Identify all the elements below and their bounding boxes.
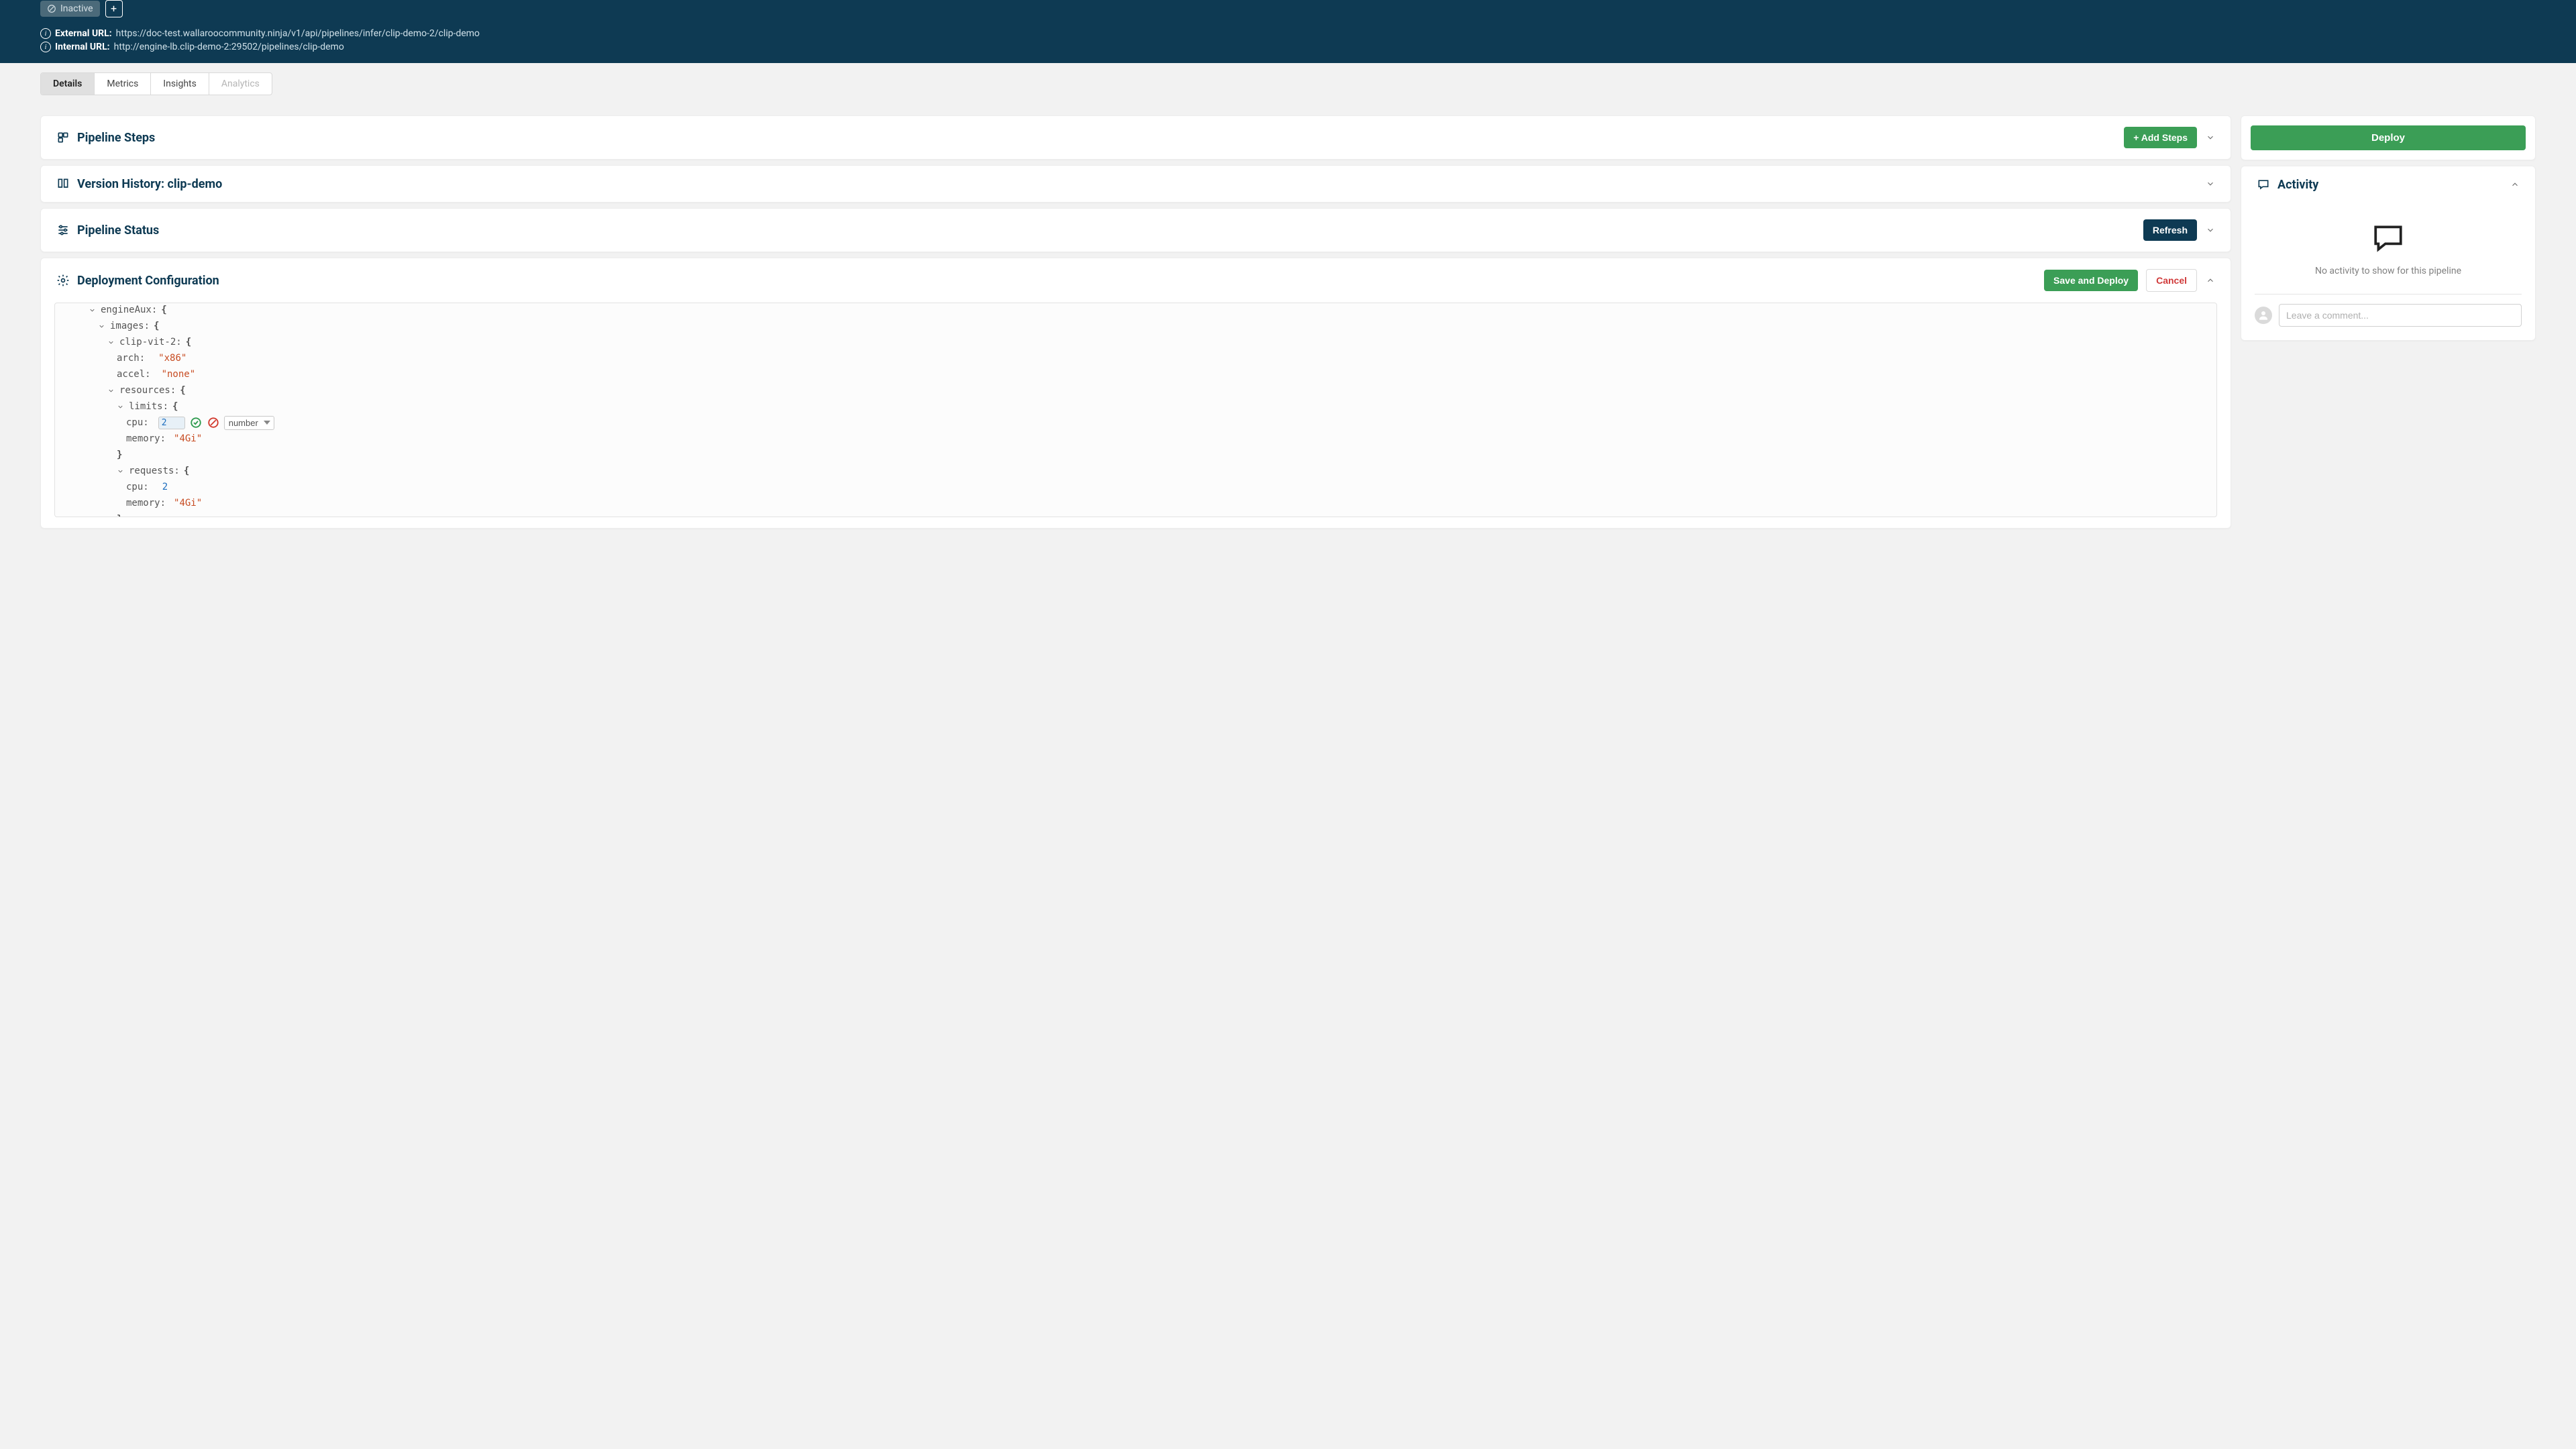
avatar [2255,307,2272,324]
json-brace: { [186,334,191,350]
json-key: cpu: [126,415,149,431]
cancel-button[interactable]: Cancel [2146,269,2197,292]
tab-insights[interactable]: Insights [151,73,209,95]
deployment-config-card: Deployment Configuration Save and Deploy… [40,258,2231,529]
deploy-button[interactable]: Deploy [2251,125,2526,150]
book-icon [56,176,70,191]
internal-url-label: Internal URL: [55,42,110,52]
status-row: Inactive + [40,0,2536,25]
chevron-down-icon[interactable] [2205,132,2216,143]
json-key: arch: [117,350,145,366]
json-key: memory: [126,431,166,447]
json-brace: } [117,511,122,517]
json-brace: { [184,463,189,479]
type-select[interactable]: number [224,416,274,430]
comment-icon [2256,177,2271,192]
add-tag-button[interactable]: + [105,0,123,17]
cancel-edit-icon[interactable] [207,416,220,429]
save-deploy-button[interactable]: Save and Deploy [2044,270,2138,291]
internal-url-value: http://engine-lb.clip-demo-2:29502/pipel… [114,42,344,52]
version-title: Version History: clip-demo [77,177,222,191]
content: Details Metrics Insights Analytics Pipel… [0,63,2576,555]
confirm-icon[interactable] [189,416,203,429]
internal-url-row: i Internal URL: http://engine-lb.clip-de… [40,42,2536,52]
add-steps-button[interactable]: + Add Steps [2124,127,2197,148]
json-value: 2 [162,479,168,495]
json-key: requests: [129,463,180,479]
steps-title: Pipeline Steps [77,131,155,145]
status-label: Inactive [60,3,93,14]
caret-down-icon[interactable] [89,307,97,314]
activity-title: Activity [2277,178,2318,192]
caret-down-icon[interactable] [107,339,115,346]
tab-metrics[interactable]: Metrics [95,73,151,95]
caret-down-icon[interactable] [117,468,125,475]
chevron-down-icon[interactable] [2205,178,2216,189]
json-scroll-area[interactable]: engineAux: { images: { clip-vit-2: [55,303,2216,517]
activity-empty-text: No activity to show for this pipeline [2315,266,2461,276]
json-value: "4Gi" [174,495,202,511]
json-key: memory: [126,495,166,511]
config-title: Deployment Configuration [77,274,219,288]
tab-bar: Details Metrics Insights Analytics [40,72,272,95]
tab-details[interactable]: Details [41,73,95,95]
pipeline-status-card: Pipeline Status Refresh [40,208,2231,252]
version-history-card: Version History: clip-demo [40,165,2231,203]
info-icon: i [40,42,51,52]
json-key: engineAux: [101,303,157,318]
steps-icon [56,130,70,145]
chevron-down-icon[interactable] [2205,225,2216,235]
json-key: clip-vit-2: [119,334,182,350]
json-key: resources: [119,382,176,398]
settings-sliders-icon [56,223,70,237]
json-brace: { [161,303,166,318]
tab-analytics: Analytics [209,73,272,95]
json-brace: } [117,447,122,463]
cpu-limit-input[interactable] [158,417,185,429]
info-icon: i [40,28,51,39]
json-key: images: [110,318,150,334]
json-value: "x86" [158,350,186,366]
caret-down-icon[interactable] [107,387,115,394]
caret-down-icon[interactable] [117,403,125,411]
json-value: "none" [162,366,196,382]
external-url-row: i External URL: https://doc-test.wallaro… [40,28,2536,39]
json-key: limits: [129,398,168,415]
chevron-up-icon[interactable] [2205,275,2216,286]
chevron-up-icon[interactable] [2510,179,2520,190]
status-pill: Inactive [40,1,100,17]
json-brace: { [180,382,185,398]
caret-down-icon[interactable] [98,323,106,330]
json-brace: { [172,398,178,415]
gear-icon [56,273,70,288]
json-editor: engineAux: { images: { clip-vit-2: [54,303,2217,517]
deploy-card: Deploy [2241,115,2536,160]
json-key: cpu: [126,479,149,495]
inactive-icon [47,4,56,13]
refresh-button[interactable]: Refresh [2143,219,2197,241]
json-value: "4Gi" [174,431,202,447]
external-url-label: External URL: [55,28,112,39]
comment-input[interactable] [2279,304,2522,327]
json-key: accel: [117,366,151,382]
external-url-value: https://doc-test.wallaroocommunity.ninja… [116,28,480,39]
activity-card: Activity No activity to show for this pi… [2241,166,2536,341]
json-brace: { [154,318,159,334]
status-title: Pipeline Status [77,223,159,237]
page-header: Inactive + i External URL: https://doc-t… [0,0,2576,63]
comment-outline-icon [2371,221,2405,258]
pipeline-steps-card: Pipeline Steps + Add Steps [40,115,2231,160]
